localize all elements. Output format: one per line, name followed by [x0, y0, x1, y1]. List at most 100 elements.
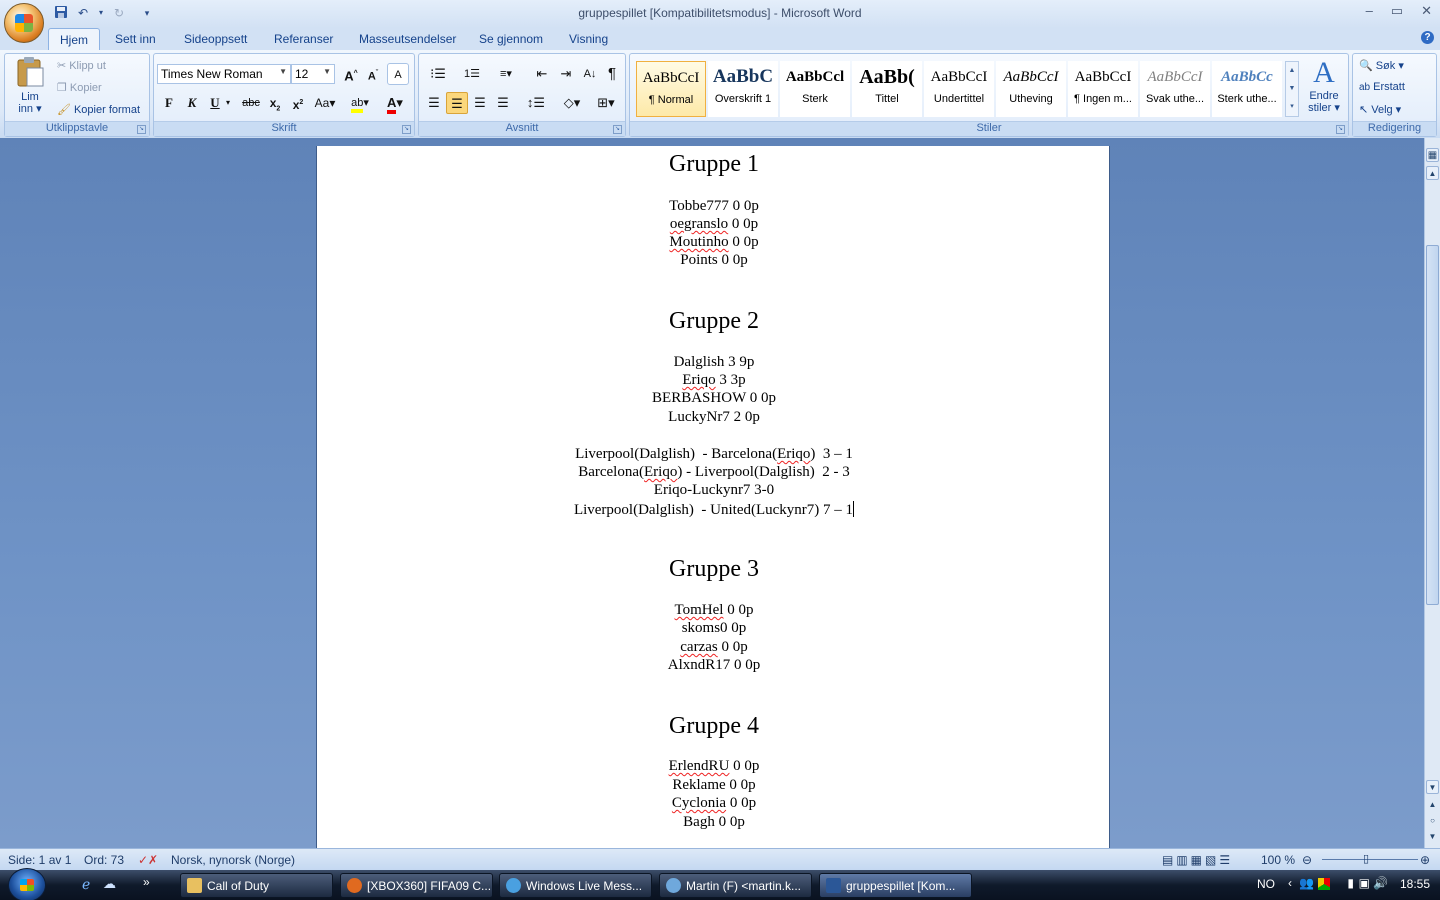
style-utheving[interactable]: AaBbCcI Utheving — [996, 61, 1066, 117]
style-sterk-utheving[interactable]: AaBbCc Sterk uthe... — [1212, 61, 1282, 117]
zoom-in-icon[interactable]: ⊕ — [1420, 853, 1430, 867]
office-button[interactable] — [4, 3, 44, 43]
page-count[interactable]: Side: 1 av 1 — [8, 853, 71, 867]
word-count[interactable]: Ord: 73 — [84, 853, 124, 867]
ruler-toggle-icon[interactable]: ▦ — [1426, 148, 1439, 162]
bullets-icon[interactable]: ⁝☰ — [423, 63, 453, 85]
paste-button[interactable]: Lim inn ▾ — [11, 56, 49, 118]
style-ingen-mellomrom[interactable]: AaBbCcI ¶ Ingen m... — [1068, 61, 1138, 117]
clock[interactable]: 18:55 — [1400, 877, 1430, 891]
highlight-icon[interactable]: ab▾ — [344, 92, 376, 114]
tab-referanser[interactable]: Referanser — [274, 32, 333, 46]
sort-icon[interactable]: A↓ — [579, 63, 601, 85]
font-dialog-launcher-icon[interactable]: ↘ — [402, 125, 411, 134]
clear-formatting-icon[interactable]: A — [387, 63, 409, 85]
superscript-icon[interactable]: x2 — [287, 92, 309, 114]
font-color-icon[interactable]: A▾ — [380, 92, 410, 114]
tab-visning[interactable]: Visning — [569, 32, 608, 46]
paragraph-group: ⁝☰ 1☰ ≡▾ ⇤ ⇥ A↓ ¶ ☰ ☰ ☰ ☰ ↕☰ ◇▾ ⊞▾ Avsni… — [418, 53, 626, 137]
input-language[interactable]: NO — [1257, 877, 1275, 891]
format-painter-button[interactable]: 🖌 Kopier format — [57, 103, 140, 117]
previous-page-icon[interactable]: ▲ — [1426, 798, 1439, 812]
next-page-icon[interactable]: ▼ — [1426, 830, 1439, 844]
zoom-slider[interactable] — [1322, 859, 1418, 860]
tab-sideoppsett[interactable]: Sideoppsett — [184, 32, 247, 46]
zoom-out-icon[interactable]: ⊖ — [1302, 853, 1312, 867]
document-page[interactable]: Gruppe 1 Tobbe777 0 0p oegranslo 0 0p Mo… — [316, 146, 1110, 848]
scroll-up-button[interactable]: ▲ — [1426, 166, 1439, 180]
battery-icon[interactable]: ▮ — [1347, 876, 1354, 890]
bold-icon[interactable]: F — [158, 92, 180, 114]
quick-launch-overflow-icon[interactable]: » — [143, 875, 150, 889]
proofing-icon[interactable]: ✓✗ — [138, 853, 158, 867]
internet-explorer-icon[interactable]: ℯ — [82, 876, 90, 893]
shrink-font-icon[interactable]: Aˇ — [362, 63, 384, 85]
language-indicator[interactable]: Norsk, nynorsk (Norge) — [171, 853, 295, 867]
tab-se-gjennom[interactable]: Se gjennom — [479, 32, 543, 46]
maximize-button[interactable]: ▭ — [1391, 3, 1403, 19]
italic-icon[interactable]: K — [181, 92, 203, 114]
change-case-icon[interactable]: Aa▾ — [310, 92, 340, 114]
view-buttons[interactable]: ▤▥▦▧☰ — [1162, 853, 1233, 867]
styles-dialog-launcher-icon[interactable]: ↘ — [1336, 125, 1345, 134]
style-tittel[interactable]: AaBb( Tittel — [852, 61, 922, 117]
taskbar-item-chat[interactable]: Martin (F) <martin.k... — [659, 873, 812, 898]
tab-masseutsendelser[interactable]: Masseutsendelser — [359, 32, 456, 46]
style-sterk[interactable]: AaBbCcl Sterk — [780, 61, 850, 117]
clipboard-dialog-launcher-icon[interactable]: ↘ — [137, 125, 146, 134]
paragraph-dialog-launcher-icon[interactable]: ↘ — [613, 125, 622, 134]
style-normal[interactable]: AaBbCcI ¶ Normal — [636, 61, 706, 117]
change-styles-button[interactable]: A Endre stiler ▾ — [1302, 56, 1346, 120]
tray-app-icon[interactable] — [1318, 878, 1330, 890]
tray-expand-icon[interactable]: ‹ — [1288, 876, 1292, 890]
select-button[interactable]: ↖ Velg ▾ — [1359, 103, 1401, 116]
multilevel-list-icon[interactable]: ≡▾ — [491, 63, 521, 85]
underline-dropdown-icon[interactable]: ▾ — [222, 92, 234, 114]
styles-gallery-scroll[interactable]: ▲ ▼ ▾ — [1285, 61, 1299, 117]
style-svak-utheving[interactable]: AaBbCcI Svak uthe... — [1140, 61, 1210, 117]
zoom-level[interactable]: 100 % — [1261, 853, 1295, 867]
volume-icon[interactable]: 🔊 — [1373, 876, 1388, 890]
shading-icon[interactable]: ◇▾ — [557, 92, 587, 114]
find-button[interactable]: 🔍 Søk ▾ — [1359, 59, 1404, 72]
replace-button[interactable]: ab Erstatt — [1359, 81, 1405, 93]
status-bar: Side: 1 av 1 Ord: 73 ✓✗ Norsk, nynorsk (… — [0, 848, 1440, 870]
cut-button[interactable]: ✂ Klipp ut — [57, 59, 106, 73]
borders-icon[interactable]: ⊞▾ — [591, 92, 621, 114]
contacts-icon[interactable]: 👥 — [1299, 876, 1314, 890]
font-size-combo[interactable]: 12 ▼ — [291, 64, 335, 84]
taskbar-item-messenger[interactable]: Windows Live Mess... — [499, 873, 652, 898]
close-button[interactable]: ✕ — [1421, 3, 1432, 19]
taskbar-item-call-of-duty[interactable]: Call of Duty — [180, 873, 333, 898]
browse-object-icon[interactable]: ○ — [1426, 814, 1439, 828]
style-undertittel[interactable]: AaBbCcI Undertittel — [924, 61, 994, 117]
justify-icon[interactable]: ☰ — [492, 92, 514, 114]
tab-sett-inn[interactable]: Sett inn — [115, 32, 156, 46]
minimize-button[interactable]: – — [1366, 3, 1373, 19]
line-spacing-icon[interactable]: ↕☰ — [521, 92, 551, 114]
font-name-combo[interactable]: Times New Roman ▼ — [157, 64, 291, 84]
align-center-icon[interactable]: ☰ — [446, 92, 468, 114]
show-desktop-icon[interactable]: ☁ — [103, 876, 116, 892]
network-icon[interactable]: ▣ — [1359, 876, 1370, 890]
taskbar-item-word[interactable]: gruppespillet [Kom... — [819, 873, 972, 898]
taskbar-item-firefox[interactable]: [XBOX360] FIFA09 C... — [340, 873, 493, 898]
vertical-scrollbar[interactable]: ▦ ▲ ▼ ▲ ○ ▼ — [1424, 138, 1440, 848]
decrease-indent-icon[interactable]: ⇤ — [531, 63, 553, 85]
grow-font-icon[interactable]: A^ — [340, 63, 362, 85]
tab-hjem[interactable]: Hjem — [48, 28, 101, 51]
scroll-down-button[interactable]: ▼ — [1426, 780, 1439, 794]
scroll-thumb[interactable] — [1426, 245, 1439, 605]
pilcrow-icon[interactable]: ¶ — [601, 63, 623, 85]
strikethrough-icon[interactable]: abc — [240, 92, 262, 114]
align-right-icon[interactable]: ☰ — [469, 92, 491, 114]
numbering-icon[interactable]: 1☰ — [457, 63, 487, 85]
subscript-icon[interactable]: x2 — [264, 92, 286, 114]
copy-button[interactable]: ❐ Kopier — [57, 81, 102, 95]
start-button[interactable] — [8, 868, 46, 900]
increase-indent-icon[interactable]: ⇥ — [555, 63, 577, 85]
help-icon[interactable]: ? — [1421, 31, 1434, 44]
zoom-slider-thumb[interactable]: ▯ — [1363, 852, 1369, 865]
align-left-icon[interactable]: ☰ — [423, 92, 445, 114]
style-overskrift-1[interactable]: AaBbC Overskrift 1 — [708, 61, 778, 117]
